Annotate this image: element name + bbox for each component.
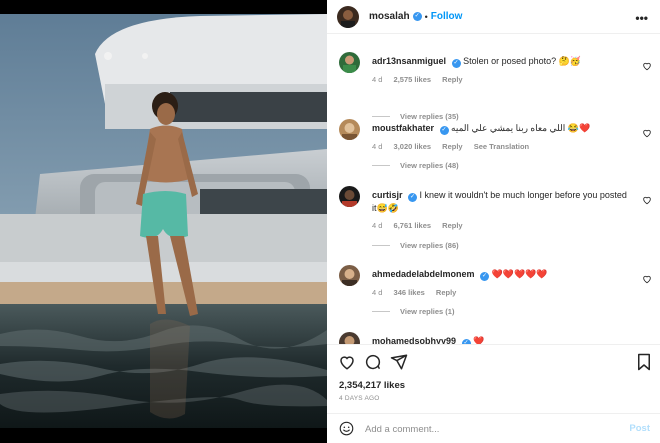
comment-username[interactable]: moustfakhater [372,123,434,133]
comment-meta: 4 d 2,575 likes Reply [372,74,627,86]
comment-meta: 4 d 6,761 likes Reply [372,220,627,232]
heart-icon[interactable] [642,274,652,284]
view-replies-label[interactable]: View replies (48) [400,161,459,170]
avatar[interactable] [339,119,360,140]
emoji-icon[interactable] [339,421,354,436]
separator-dot: • [424,11,428,22]
post-details-panel: mosalah ✓ • Follow ••• adr13nsanmiguel ✓… [327,0,660,443]
reply-button[interactable]: Reply [442,142,462,151]
post-actions-bar [327,344,660,380]
reply-button[interactable]: Reply [442,75,462,84]
comment-username[interactable]: ahmedadelabdelmonem [372,269,475,279]
view-replies-button[interactable]: View replies (35) [372,112,459,121]
avatar[interactable] [339,186,360,207]
heart-icon[interactable] [338,353,356,371]
heart-icon[interactable] [642,195,652,205]
comment-likes[interactable]: 3,020 likes [394,142,432,151]
bookmark-icon[interactable] [635,353,653,371]
comments-list: adr13nsanmiguel ✓ Stolen or posed photo?… [327,35,660,344]
comment-age: 4 d [372,142,383,151]
post-timestamp[interactable]: 4 DAYS AGO [339,395,380,402]
replies-divider [372,245,390,246]
view-replies-button[interactable]: View replies (48) [372,161,459,170]
instagram-post-view: mosalah ✓ • Follow ••• adr13nsanmiguel ✓… [0,0,660,443]
view-replies-label[interactable]: View replies (1) [400,307,454,316]
likes-count[interactable]: 2,354,217 likes [339,380,405,391]
avatar[interactable] [339,332,360,344]
bottom-black-bar [0,428,327,443]
comment-likes[interactable]: 2,575 likes [394,75,432,84]
see-translation-button[interactable]: See Translation [474,142,529,151]
post-photo[interactable] [0,14,327,428]
comment-icon[interactable] [364,353,382,371]
reply-button[interactable]: Reply [436,288,456,297]
comment-text: ❤️❤️❤️❤️❤️ [491,269,548,279]
avatar[interactable] [337,5,359,28]
comment-text: Stolen or posed photo? 🤔🥳 [463,56,582,66]
view-replies-button[interactable]: View replies (1) [372,307,454,316]
verified-badge-icon: ✓ [408,193,418,202]
heart-icon[interactable] [642,61,652,71]
view-replies-label[interactable]: View replies (86) [400,241,459,250]
comment-username[interactable]: adr13nsanmiguel [372,56,446,66]
post-author-username[interactable]: mosalah [369,11,410,22]
replies-divider [372,116,390,117]
comment-likes[interactable]: 346 likes [394,288,425,297]
comment-input[interactable] [365,420,615,438]
follow-button[interactable]: Follow [431,11,463,22]
view-replies-label[interactable]: View replies (35) [400,112,459,121]
reply-button[interactable]: Reply [442,221,462,230]
heart-icon[interactable] [642,128,652,138]
verified-badge-icon: ✓ [412,12,422,21]
comment-likes[interactable]: 6,761 likes [394,221,432,230]
replies-divider [372,165,390,166]
avatar[interactable] [339,265,360,286]
avatar[interactable] [339,52,360,73]
view-replies-button[interactable]: View replies (86) [372,241,459,250]
post-comment-button[interactable]: Post [629,423,650,434]
comment-meta: 4 d 346 likes Reply [372,287,627,299]
comment-age: 4 d [372,288,383,297]
comment-age: 4 d [372,75,383,84]
comment-meta: 4 d 3,020 likes Reply See Translation [372,141,627,153]
verified-badge-icon: ✓ [480,272,490,281]
more-options-icon[interactable]: ••• [635,11,648,25]
comment-text: ❤️😂 اللي معاه ربنا يمشي علي الميه [451,123,591,133]
verified-badge-icon: ✓ [451,59,461,68]
comment-username[interactable]: curtisjr [372,190,403,200]
add-comment-bar: Post [327,413,660,443]
post-header: mosalah ✓ • Follow ••• [327,0,660,34]
comment-age: 4 d [372,221,383,230]
comment-username[interactable]: mohamedsobhyy99 [372,336,456,344]
share-icon[interactable] [390,353,408,371]
yacht-photo-illustration [0,14,327,428]
verified-badge-icon: ✓ [439,126,449,135]
comment-text: ❤️ [473,336,485,344]
replies-divider [372,311,390,312]
